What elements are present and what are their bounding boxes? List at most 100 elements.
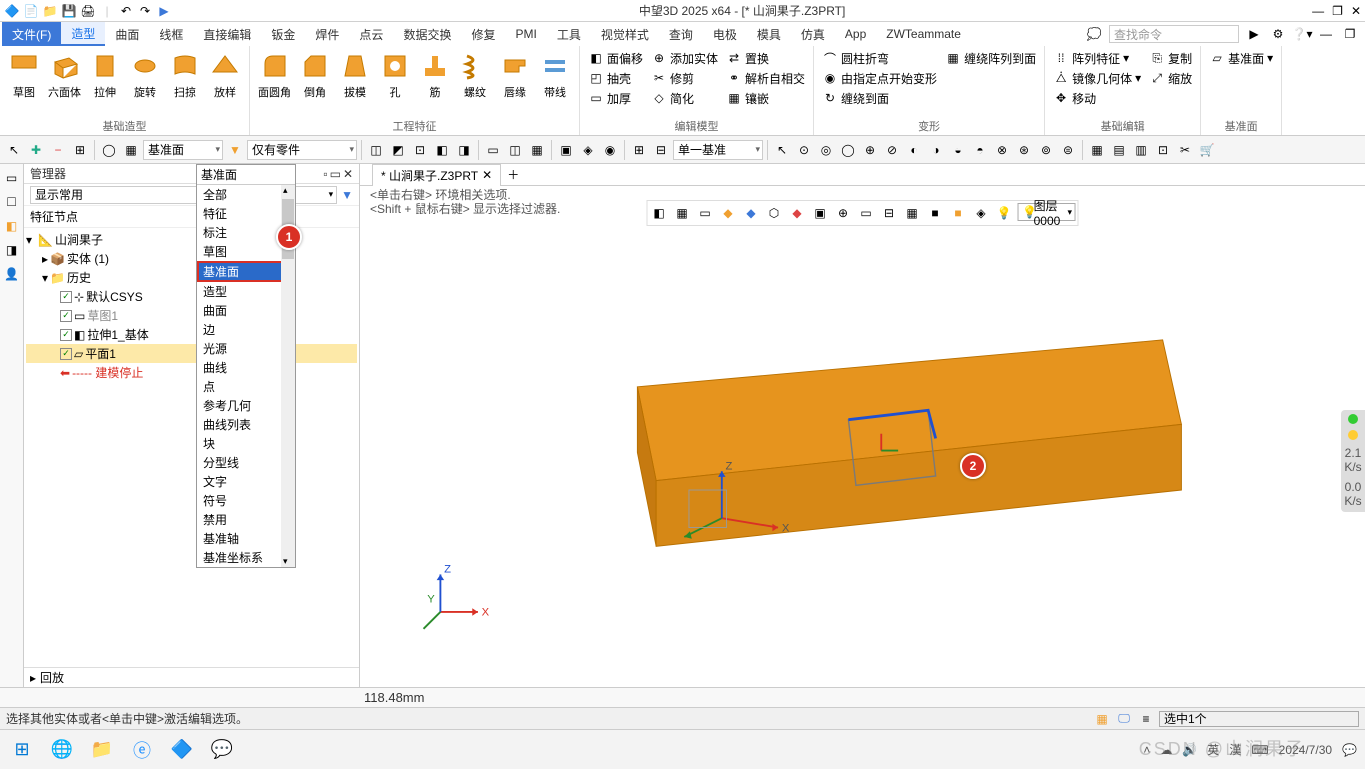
filter-icon[interactable]: ▼: [341, 188, 353, 202]
tab-teammate[interactable]: ZWTeammate: [876, 22, 971, 46]
mirror-geom-button[interactable]: ⧊镜像几何体▾: [1049, 68, 1145, 88]
canvas-3d[interactable]: X Z X Z Y 2: [360, 218, 1365, 687]
filter-dd-selected[interactable]: 基准面: [197, 165, 295, 185]
thicken-button[interactable]: ▭加厚: [584, 88, 647, 108]
tab-electrode[interactable]: 电极: [703, 22, 747, 46]
tree-solid[interactable]: ▸📦实体 (1): [26, 249, 357, 268]
qat-open-icon[interactable]: 📁: [42, 3, 58, 19]
tb-i11[interactable]: ◉: [600, 140, 620, 160]
qat-undo-icon[interactable]: ↶: [118, 3, 134, 19]
tree-sketch[interactable]: ✓▭草图1: [26, 306, 357, 325]
tb-i6[interactable]: ▭: [483, 140, 503, 160]
start-button[interactable]: ⊞: [8, 736, 36, 764]
revolve-button[interactable]: 旋转: [125, 48, 165, 102]
tb-i21[interactable]: ◑: [926, 140, 946, 160]
wrap-face-button[interactable]: ↻缠绕到面: [818, 88, 941, 108]
tb-i20[interactable]: ◐: [904, 140, 924, 160]
filter-combo-1[interactable]: 基准面: [143, 140, 223, 160]
tab-simulation[interactable]: 仿真: [791, 22, 835, 46]
maximize-icon[interactable]: ❐: [1332, 4, 1343, 18]
mgr-tab-4[interactable]: ◨: [2, 240, 22, 260]
scale-button[interactable]: ⤢缩放: [1145, 68, 1196, 88]
tb-i13[interactable]: ⊟: [651, 140, 671, 160]
tb-i2[interactable]: ◩: [388, 140, 408, 160]
tb-i14[interactable]: ↖: [772, 140, 792, 160]
face-offset-button[interactable]: ◧面偏移: [584, 48, 647, 68]
filter-combo-2[interactable]: 仅有零件: [247, 140, 357, 160]
edge-icon[interactable]: 🌐: [48, 736, 76, 764]
tab-app[interactable]: App: [835, 22, 876, 46]
tb-i33[interactable]: 🛒: [1197, 140, 1217, 160]
tab-query[interactable]: 查询: [659, 22, 703, 46]
chamfer-button[interactable]: 倒角: [295, 48, 335, 102]
file-menu[interactable]: 文件(F): [2, 22, 61, 46]
sb-i1[interactable]: ▦: [1093, 710, 1111, 728]
datum-plane-button[interactable]: ▱基准面▾: [1205, 48, 1277, 68]
tb-i22[interactable]: ◒: [948, 140, 968, 160]
mgr-tab-1[interactable]: ▭: [2, 168, 22, 188]
thread-button[interactable]: 螺纹: [455, 48, 495, 102]
mgr-pin-icon[interactable]: ▫: [323, 167, 327, 181]
feedback-icon[interactable]: 💭: [1085, 25, 1103, 43]
mgr-max-icon[interactable]: ▭: [330, 167, 341, 181]
tb-i3[interactable]: ⊡: [410, 140, 430, 160]
rib-button[interactable]: 筋: [415, 48, 455, 102]
lip-button[interactable]: 唇缘: [495, 48, 535, 102]
tb-i16[interactable]: ◎: [816, 140, 836, 160]
tb-i27[interactable]: ⊜: [1058, 140, 1078, 160]
extrude-button[interactable]: 拉伸: [85, 48, 125, 102]
tb-i17[interactable]: ◯: [838, 140, 858, 160]
move-button[interactable]: ✥移动: [1049, 88, 1145, 108]
tree-history[interactable]: ▾📁历史: [26, 268, 357, 287]
help-dropdown-icon[interactable]: ❔▾: [1293, 25, 1311, 43]
mgr-tab-5[interactable]: 👤: [2, 264, 22, 284]
fillet-button[interactable]: 面圆角: [254, 48, 295, 102]
tb-i31[interactable]: ⊡: [1153, 140, 1173, 160]
filter-combo-3[interactable]: 单一基准: [673, 140, 763, 160]
loft-button[interactable]: 放样: [205, 48, 245, 102]
settings-icon[interactable]: ⚙: [1269, 25, 1287, 43]
pattern-icon[interactable]: ▦: [121, 140, 141, 160]
replace-button[interactable]: ⇄置换: [722, 48, 809, 68]
tab-dataexchange[interactable]: 数据交换: [393, 22, 461, 46]
plus-icon[interactable]: ✚: [26, 140, 46, 160]
minus-icon[interactable]: −: [48, 140, 68, 160]
tb-i7[interactable]: ◫: [505, 140, 525, 160]
point-deform-button[interactable]: ◉由指定点开始变形: [818, 68, 941, 88]
tb-i15[interactable]: ⊙: [794, 140, 814, 160]
pattern-feature-button[interactable]: ⁞⁞阵列特征▾: [1049, 48, 1145, 68]
sketch-button[interactable]: 草图: [4, 48, 44, 102]
shell-button[interactable]: ◰抽壳: [584, 68, 647, 88]
tb-i12[interactable]: ⊞: [629, 140, 649, 160]
qat-new-icon[interactable]: 📄: [23, 3, 39, 19]
tb-i9[interactable]: ▣: [556, 140, 576, 160]
tb-i10[interactable]: ◈: [578, 140, 598, 160]
tb-i5[interactable]: ◨: [454, 140, 474, 160]
tab-tools[interactable]: 工具: [547, 22, 591, 46]
tb-i1[interactable]: ◫: [366, 140, 386, 160]
stripe-button[interactable]: 带线: [535, 48, 575, 102]
tab-pmi[interactable]: PMI: [505, 22, 546, 46]
wrap-pattern-button[interactable]: ▦缠绕阵列到面: [941, 48, 1040, 68]
tb-i30[interactable]: ▥: [1131, 140, 1151, 160]
mgr-tab-2[interactable]: 🞎: [2, 192, 22, 212]
tree-extrude[interactable]: ✓◧拉伸1_基体: [26, 325, 357, 344]
funnel-icon[interactable]: ▼: [225, 140, 245, 160]
doc-tab-active[interactable]: * 山涧果子.Z3PRT✕: [372, 164, 501, 186]
tree-plane[interactable]: ✓▱平面1: [26, 344, 357, 363]
wechat-icon[interactable]: 💬: [208, 736, 236, 764]
tab-shape[interactable]: 造型: [61, 22, 105, 46]
qat-play-icon[interactable]: ▶: [156, 3, 172, 19]
tb-i23[interactable]: ◓: [970, 140, 990, 160]
trim-button[interactable]: ✂修剪: [647, 68, 722, 88]
sb-i2[interactable]: 🖵: [1115, 710, 1133, 728]
tab-direct-edit[interactable]: 直接编辑: [193, 22, 261, 46]
qat-print-icon[interactable]: 🖨: [80, 3, 96, 19]
restore-icon[interactable]: ❐: [1341, 25, 1359, 43]
tb-i19[interactable]: ⊘: [882, 140, 902, 160]
sb-i3[interactable]: ≡: [1137, 710, 1155, 728]
tab-weldment[interactable]: 焊件: [305, 22, 349, 46]
tab-sheetmetal[interactable]: 钣金: [261, 22, 305, 46]
close-icon[interactable]: ✕: [1351, 4, 1361, 18]
mgr-tab-3[interactable]: ◧: [2, 216, 22, 236]
